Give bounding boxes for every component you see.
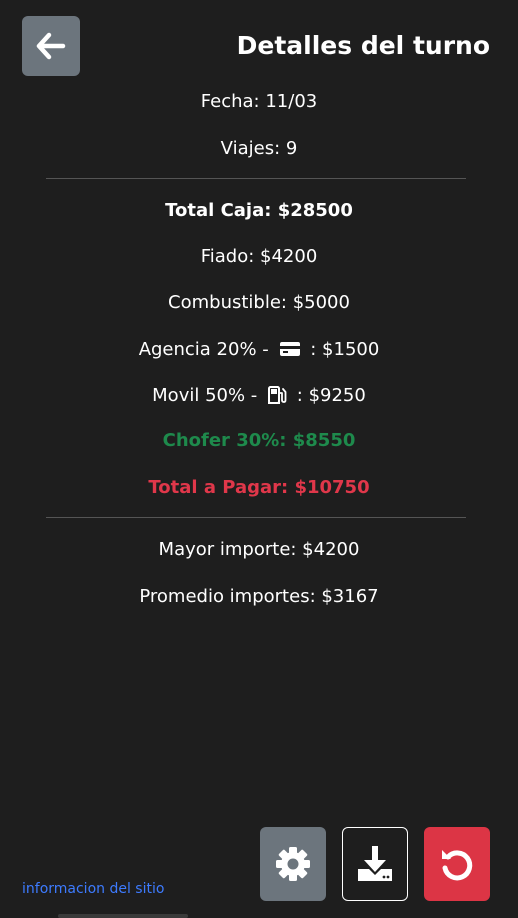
chofer-text: Chofer 30%: $8550: [162, 430, 356, 451]
promedio-importes-text: Promedio importes: $3167: [139, 586, 379, 607]
total-caja-text: Total Caja: $28500: [165, 200, 353, 221]
agencia-label: Agencia 20% -: [138, 339, 269, 360]
agencia-row: Agencia 20% - : $1500: [0, 338, 518, 362]
reset-button[interactable]: [424, 827, 490, 901]
movil-value: : $9250: [296, 385, 366, 406]
mayor-importe-text: Mayor importe: $4200: [158, 539, 360, 560]
viajes-text: Viajes: 9: [220, 138, 298, 159]
scroll-indicator: [58, 914, 188, 918]
download-icon: [358, 846, 392, 881]
arrow-left-icon: [36, 32, 66, 60]
back-button[interactable]: [22, 16, 80, 76]
download-button[interactable]: [342, 827, 408, 901]
agencia-value: : $1500: [310, 339, 380, 360]
divider: [46, 517, 466, 518]
page-title: Detalles del turno: [236, 31, 490, 60]
combustible-text: Combustible: $5000: [168, 292, 350, 313]
movil-label: Movil 50% -: [152, 385, 258, 406]
movil-row: Movil 50% - : $9250: [0, 384, 518, 408]
info-link[interactable]: informacion del sitio: [22, 879, 164, 899]
settings-button[interactable]: [260, 827, 326, 901]
divider: [46, 178, 466, 179]
fiado-text: Fiado: $4200: [200, 246, 318, 267]
fecha-text: Fecha: 11/03: [200, 91, 318, 112]
fuel-pump-icon: [268, 385, 287, 404]
total-pagar-text: Total a Pagar: $10750: [148, 477, 370, 498]
reset-icon: [442, 850, 473, 881]
credit-card-icon: [279, 341, 300, 356]
gear-icon: [276, 847, 310, 881]
